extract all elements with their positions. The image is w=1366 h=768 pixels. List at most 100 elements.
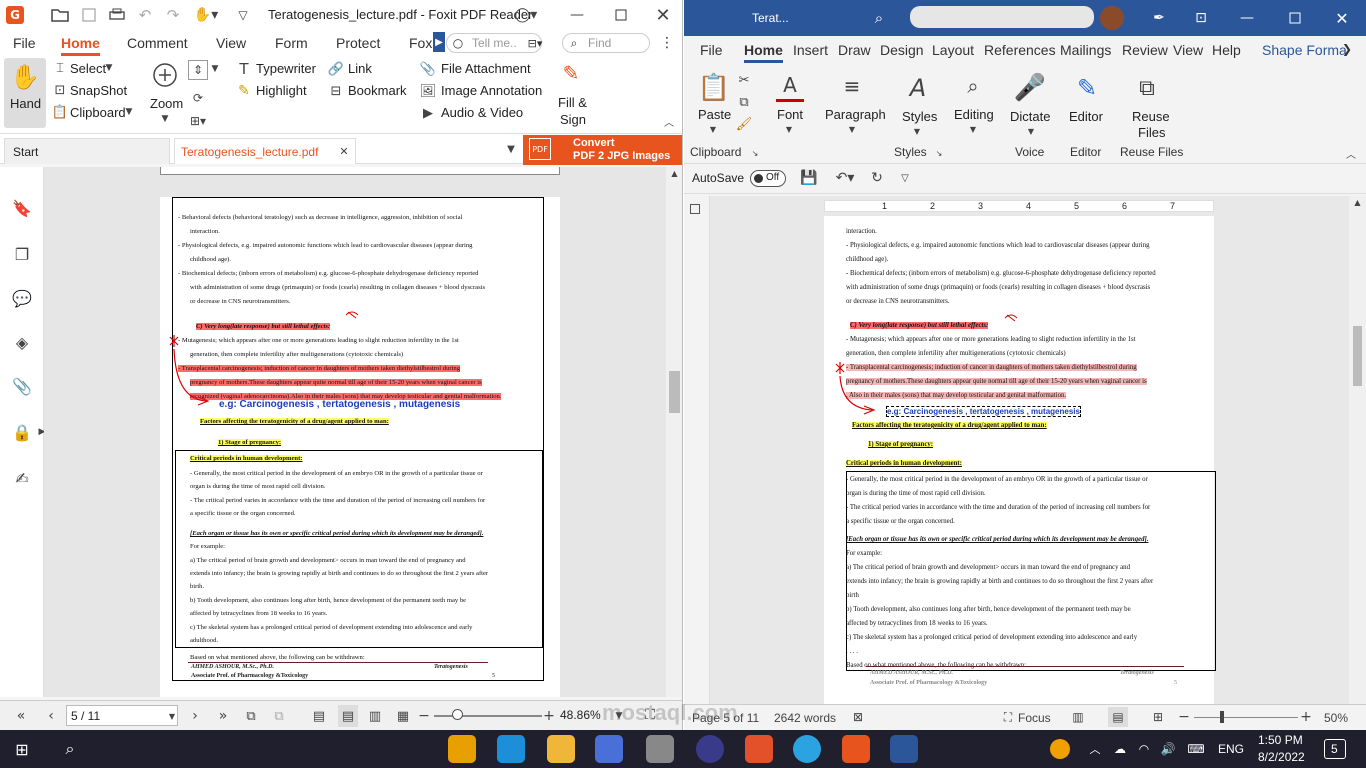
app-ptv-icon[interactable]: [696, 735, 724, 763]
tray-overflow-icon[interactable]: ︿: [1088, 740, 1102, 758]
menu-home[interactable]: Home: [61, 35, 100, 56]
select-button[interactable]: Select: [70, 61, 106, 76]
continuous-page-icon[interactable]: ▤: [338, 705, 358, 727]
extract-page-icon[interactable]: ⧉: [242, 707, 260, 725]
format-painter-icon[interactable]: 🖌: [736, 116, 753, 132]
styles-launcher-icon[interactable]: ↘: [934, 148, 944, 158]
menu-view[interactable]: View: [216, 35, 246, 51]
save-icon[interactable]: 💾: [800, 169, 818, 187]
word-close-button[interactable]: ✕: [1332, 8, 1352, 28]
menu-scroll-right-icon[interactable]: ❯: [1340, 40, 1354, 58]
scroll-up-icon[interactable]: ▲: [666, 167, 682, 179]
keyboard-icon[interactable]: ⌨: [1186, 740, 1206, 758]
more-options-icon[interactable]: ⋮: [660, 35, 674, 51]
undo-icon[interactable]: ↶▾: [832, 169, 858, 187]
rotate-icon[interactable]: ⟳: [188, 88, 208, 108]
proofing-icon[interactable]: ⊠: [850, 709, 866, 725]
word-zoom-slider[interactable]: [1194, 717, 1298, 718]
word-scrollbar[interactable]: ▲: [1349, 196, 1366, 704]
menu-scroll-right-icon[interactable]: ▶: [433, 32, 445, 52]
editor-button[interactable]: Editor: [1069, 109, 1103, 124]
word-taskbar-icon[interactable]: [890, 735, 918, 763]
styles-button[interactable]: Styles: [902, 109, 937, 124]
pdf-viewport[interactable]: - Behavioral defects (behavioral teratol…: [44, 167, 666, 697]
web-layout-icon[interactable]: ⊞: [1150, 709, 1166, 725]
wifi-icon[interactable]: ◠: [1136, 740, 1152, 758]
zoom-slider[interactable]: [434, 715, 542, 717]
tab-close-icon[interactable]: ✕: [337, 144, 351, 158]
collapse-ribbon-icon[interactable]: ︿: [662, 114, 676, 129]
word-menu-mailings[interactable]: Mailings: [1060, 42, 1111, 58]
mail-icon[interactable]: [646, 735, 674, 763]
last-page-icon[interactable]: »: [214, 707, 232, 725]
print-layout-icon[interactable]: ▤: [1108, 707, 1128, 727]
next-page-icon[interactable]: ›: [186, 707, 204, 725]
menu-foxit-more[interactable]: Foxi: [409, 35, 435, 51]
zoom-dropdown-icon[interactable]: ▼: [614, 707, 624, 725]
telegram-icon[interactable]: [793, 735, 821, 763]
facing-page-icon[interactable]: ▥: [366, 707, 384, 725]
word-menu-draw[interactable]: Draw: [838, 42, 871, 58]
reuse-files-label-2[interactable]: Files: [1138, 125, 1165, 140]
foxit-taskbar-icon[interactable]: [842, 735, 870, 763]
volume-icon[interactable]: 🔊: [1160, 740, 1176, 758]
word-page[interactable]: interaction. - Physiological defects, e.g…: [824, 216, 1216, 704]
language-indicator[interactable]: ENG: [1218, 742, 1244, 756]
paragraph-button[interactable]: Paragraph: [825, 107, 886, 122]
word-count[interactable]: 2642 words: [774, 711, 836, 725]
select-dropdown-icon[interactable]: ▼: [104, 61, 114, 75]
bookmark-panel-icon[interactable]: 🔖: [12, 197, 32, 219]
first-page-icon[interactable]: «: [12, 707, 30, 725]
focus-icon[interactable]: ⛶: [1000, 709, 1016, 725]
open-folder-icon[interactable]: [50, 6, 70, 24]
edge-icon[interactable]: [497, 735, 525, 763]
notification-count[interactable]: 5: [1331, 742, 1338, 756]
save-icon[interactable]: [80, 6, 98, 24]
foxit-close-button[interactable]: ✕: [652, 4, 674, 26]
page-fit-icon[interactable]: ⇕: [188, 60, 208, 80]
clipboard-button[interactable]: Clipboard: [70, 105, 126, 120]
word-zoom-slider-thumb[interactable]: [1220, 711, 1224, 723]
editing-button[interactable]: Editing: [954, 107, 994, 122]
dictate-button[interactable]: Dictate: [1010, 109, 1050, 124]
collapse-ribbon-icon[interactable]: ︿: [1344, 146, 1358, 161]
file-explorer-icon[interactable]: [547, 735, 575, 763]
word-menu-file[interactable]: File: [700, 42, 723, 58]
word-menu-home[interactable]: Home: [744, 42, 783, 63]
tab-document[interactable]: Teratogenesis_lecture.pdf ✕: [174, 138, 356, 164]
page-count[interactable]: Page 5 of 11: [692, 711, 759, 725]
autosave-toggle[interactable]: Off: [750, 170, 786, 187]
tab-list-icon[interactable]: ▼: [504, 142, 518, 156]
layers-panel-icon[interactable]: ◈: [12, 331, 32, 353]
pdf-scrollbar[interactable]: ▲: [666, 167, 682, 697]
taskbar-search-icon[interactable]: ⌕: [60, 739, 80, 759]
page-fit-dropdown-icon[interactable]: ▼: [210, 62, 220, 76]
windows-start-icon[interactable]: ⊞: [12, 739, 32, 759]
word-menu-layout[interactable]: Layout: [932, 42, 974, 58]
chrome-icon[interactable]: [448, 735, 476, 763]
word-maximize-button[interactable]: [1286, 9, 1304, 27]
signatures-panel-icon[interactable]: ✍: [12, 467, 32, 489]
page-dropdown-icon[interactable]: ▼: [167, 710, 177, 722]
customize-qat-icon[interactable]: ▽: [898, 169, 912, 187]
clipboard-launcher-icon[interactable]: ↘: [750, 148, 760, 158]
tab-start[interactable]: Start: [4, 138, 170, 164]
undo-icon[interactable]: ↶: [136, 6, 154, 24]
word-menu-help[interactable]: Help: [1212, 42, 1241, 58]
pdf-scroll-thumb[interactable]: [669, 371, 680, 413]
word-menu-design[interactable]: Design: [880, 42, 924, 58]
zoom-value[interactable]: 48.86%: [560, 708, 601, 722]
word-search-icon[interactable]: ⌕: [870, 9, 888, 27]
fill-sign-label-2[interactable]: Sign: [560, 112, 586, 127]
word-scroll-thumb[interactable]: [1353, 326, 1362, 386]
comments-panel-icon[interactable]: 💬: [12, 287, 32, 309]
attachments-panel-icon[interactable]: 📎: [12, 375, 32, 397]
single-page-icon[interactable]: ▤: [310, 707, 328, 725]
read-mode-icon[interactable]: ▥: [1070, 709, 1086, 725]
hand-tool-quick-icon[interactable]: ✋▾: [192, 6, 220, 24]
word-menu-review[interactable]: Review: [1122, 42, 1168, 58]
highlight-button[interactable]: Highlight: [256, 83, 307, 98]
menu-comment[interactable]: Comment: [127, 35, 188, 51]
paste-button[interactable]: Paste: [698, 107, 731, 122]
continuous-facing-icon[interactable]: ▦: [394, 707, 412, 725]
